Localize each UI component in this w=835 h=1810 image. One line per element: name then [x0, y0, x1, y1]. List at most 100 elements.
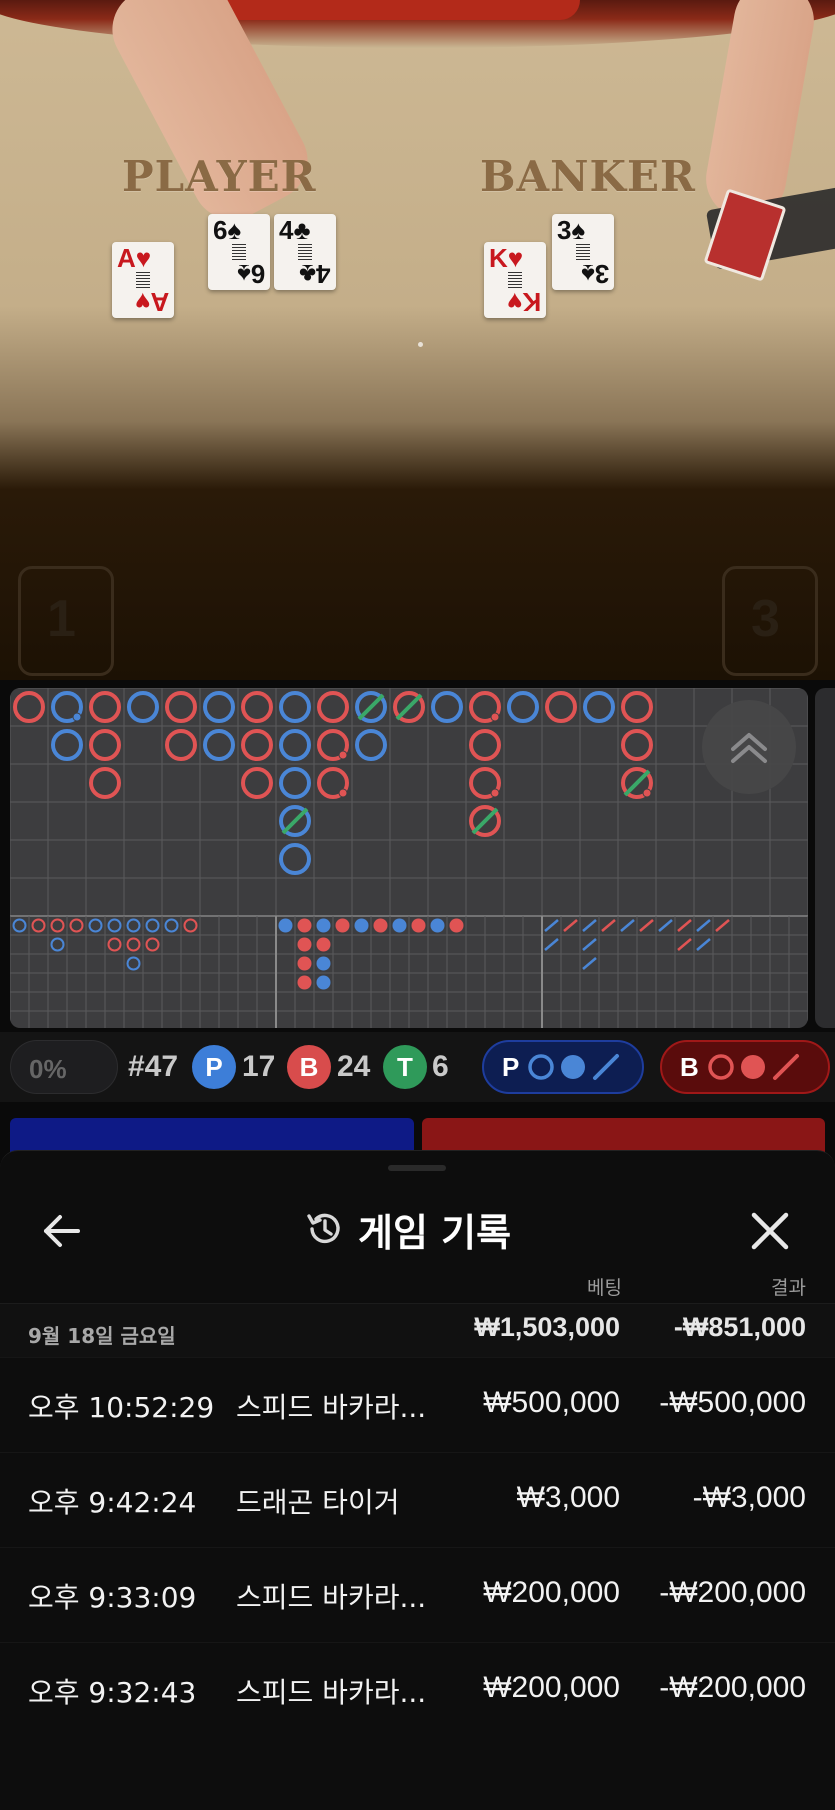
banker-dot-marker [297, 918, 312, 933]
history-result-amount: -₩3,000 [692, 1481, 806, 1514]
player-win-marker [127, 691, 159, 723]
player-dot-marker [392, 918, 407, 933]
banker-win-marker [469, 729, 501, 761]
banker-prediction-label: B [680, 1051, 699, 1082]
banker-card-1: K♥ K♥ [484, 242, 546, 318]
banker-win-marker [241, 691, 273, 723]
history-row[interactable]: 오후 9:32:43 스피드 바카라... ₩200,000 -₩200,000 [0, 1642, 835, 1737]
banker-dot-marker [297, 937, 312, 952]
pair-marker [338, 750, 348, 760]
right-corner-indicator: 3 [722, 566, 818, 676]
banker-dot-marker [316, 937, 331, 952]
card-barcode [136, 272, 150, 288]
player-win-marker [279, 767, 311, 799]
banker-small-marker [145, 937, 160, 952]
card-rank-inverted: K♥ [506, 287, 541, 317]
banker-small-marker [126, 937, 141, 952]
banker-count: 24 [337, 1050, 371, 1083]
round-number: #47 [128, 1050, 179, 1083]
banker-win-marker [13, 691, 45, 723]
banker-prediction-icons [708, 1054, 799, 1080]
banker-win-marker [89, 767, 121, 799]
player-dot-marker [316, 918, 331, 933]
player-dot-marker [278, 918, 293, 933]
history-result-amount: -₩200,000 [659, 1576, 806, 1609]
banker-dot-marker [297, 956, 312, 971]
arrow-left-icon [44, 1215, 80, 1247]
tie-count: 6 [432, 1050, 449, 1083]
table-marker-dot [418, 342, 423, 347]
banker-win-marker [165, 691, 197, 723]
close-button[interactable] [744, 1205, 796, 1257]
sheet-title: 게임 기록 [358, 1210, 512, 1255]
history-row[interactable]: 오후 10:52:29 스피드 바카라... ₩500,000 -₩500,000 [0, 1357, 835, 1452]
history-row[interactable]: 오후 9:42:24 드래곤 타이거 ₩3,000 -₩3,000 [0, 1452, 835, 1547]
player-dot-marker [354, 918, 369, 933]
banker-prediction-button[interactable]: B [660, 1040, 830, 1094]
banker-win-marker [621, 691, 653, 723]
live-video-feed: PLAYER BANKER A♥ A♥ 6♠ 6♠ 4♣ 4♣ K♥ K♥ 3♠ 3♠ 1 3 [0, 0, 835, 680]
back-button[interactable] [38, 1207, 86, 1255]
history-time: 오후 10:52:29 [28, 1391, 215, 1424]
banker-dot-marker [297, 975, 312, 990]
player-slash-marker [582, 957, 597, 970]
history-bet-amount: ₩200,000 [483, 1576, 620, 1609]
player-prediction-button[interactable]: P [482, 1040, 644, 1094]
player-small-marker [88, 918, 103, 933]
banker-dot-marker [335, 918, 350, 933]
history-result-amount: -₩200,000 [659, 1671, 806, 1704]
sheet-grabber[interactable] [388, 1165, 446, 1171]
history-row[interactable]: 오후 9:33:09 스피드 바카라... ₩200,000 -₩200,000 [0, 1547, 835, 1642]
game-history-sheet: 게임 기록 베팅 결과 9월 18일 금요일 ₩1,503,000 -₩851,… [0, 1150, 835, 1810]
banker-badge: B [287, 1045, 331, 1089]
banker-small-marker [69, 918, 84, 933]
player-slash-marker [620, 919, 635, 932]
player-small-marker [50, 937, 65, 952]
player-area-label: PLAYER [122, 152, 317, 201]
player-slash-marker [658, 919, 673, 932]
player-win-marker [279, 843, 311, 875]
player-win-marker [203, 729, 235, 761]
card-barcode [508, 272, 522, 288]
banker-win-marker [241, 767, 273, 799]
chevron-double-up-icon [731, 733, 767, 763]
player-slash-marker [696, 919, 711, 932]
history-bet-amount: ₩200,000 [483, 1671, 620, 1704]
player-slash-marker [582, 938, 597, 951]
banker-card-2: 3♠ 3♠ [552, 214, 614, 290]
player-win-marker [355, 729, 387, 761]
player-prediction-icons [528, 1054, 620, 1080]
banker-small-marker [31, 918, 46, 933]
banker-slash-marker [639, 919, 654, 932]
tie-marker [471, 807, 499, 835]
player-win-marker [583, 691, 615, 723]
history-time: 오후 9:42:24 [28, 1486, 197, 1519]
player-slash-marker [544, 919, 559, 932]
tie-badge: T [383, 1045, 427, 1089]
scoreboard-roadmap[interactable] [10, 688, 808, 1028]
pair-marker [490, 788, 500, 798]
player-slash-marker [582, 919, 597, 932]
banker-slash-marker [677, 938, 692, 951]
banker-win-marker [241, 729, 273, 761]
player-win-marker [203, 691, 235, 723]
history-clock-icon [307, 1213, 340, 1244]
card-barcode [576, 244, 590, 260]
banker-win-marker [89, 691, 121, 723]
history-time: 오후 9:33:09 [28, 1581, 197, 1614]
banker-slash-marker [715, 919, 730, 932]
stats-bar: 0% #47 P 17 B 24 T 6 P B [0, 1032, 835, 1102]
win-percent-pill: 0% [10, 1040, 118, 1094]
banker-win-marker [545, 691, 577, 723]
date-bet-total: ₩1,503,000 [474, 1312, 620, 1342]
card-rank: 6♠ [213, 215, 242, 245]
pair-marker [338, 788, 348, 798]
collapse-roadmap-button[interactable] [702, 700, 796, 794]
banker-dot-marker [411, 918, 426, 933]
sheet-header: 게임 기록 [0, 1191, 835, 1267]
player-win-marker [431, 691, 463, 723]
history-game-name: 스피드 바카라... [236, 1391, 427, 1424]
date-group-header: 9월 18일 금요일 ₩1,503,000 -₩851,000 [0, 1303, 835, 1357]
history-bet-amount: ₩3,000 [516, 1481, 620, 1514]
roadmap-grid [10, 688, 808, 1028]
